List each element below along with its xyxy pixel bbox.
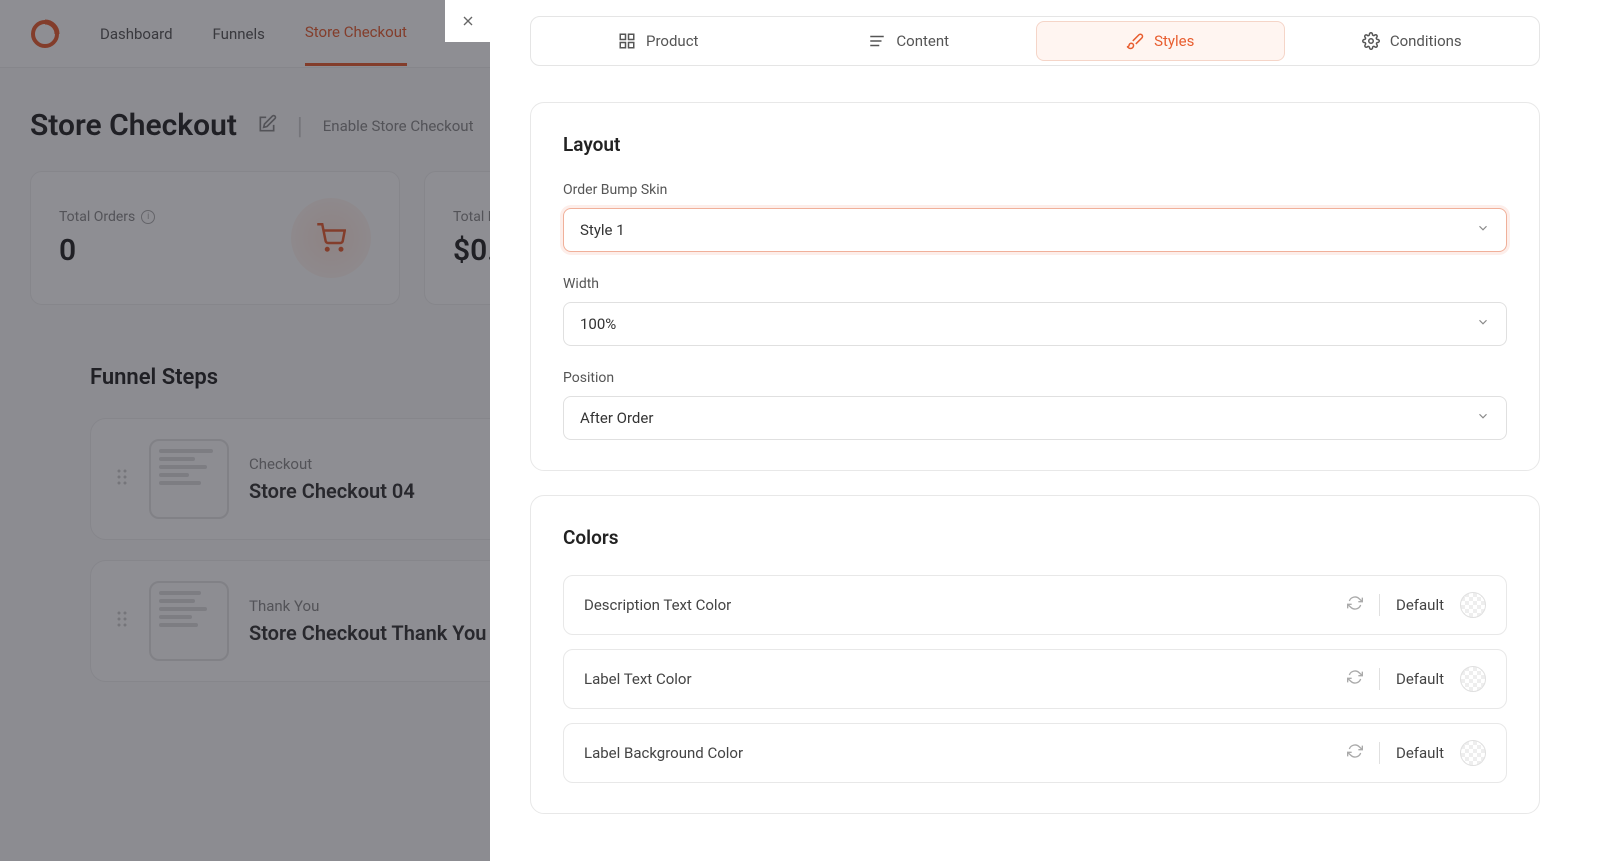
chevron-down-icon bbox=[1476, 409, 1490, 427]
position-label: Position bbox=[563, 370, 1507, 386]
tab-label: Styles bbox=[1154, 32, 1194, 50]
color-swatch[interactable] bbox=[1460, 592, 1486, 618]
width-label: Width bbox=[563, 276, 1507, 292]
layout-title: Layout bbox=[563, 133, 1507, 156]
colors-title: Colors bbox=[563, 526, 1507, 549]
reset-icon[interactable] bbox=[1347, 669, 1363, 689]
tab-conditions[interactable]: Conditions bbox=[1289, 21, 1536, 61]
close-icon bbox=[460, 13, 476, 29]
chevron-down-icon bbox=[1476, 221, 1490, 239]
select-value: Style 1 bbox=[580, 221, 625, 239]
separator bbox=[1379, 742, 1380, 764]
color-label: Description Text Color bbox=[584, 596, 731, 614]
color-swatch[interactable] bbox=[1460, 666, 1486, 692]
separator bbox=[1379, 668, 1380, 690]
separator bbox=[1379, 594, 1380, 616]
colors-section: Colors Description Text Color Default La… bbox=[530, 495, 1540, 814]
reset-icon[interactable] bbox=[1347, 743, 1363, 763]
tab-label: Content bbox=[896, 32, 949, 50]
color-row-description-text: Description Text Color Default bbox=[563, 575, 1507, 635]
settings-panel: Product Content Styles Conditions Layout… bbox=[490, 0, 1600, 861]
tab-product[interactable]: Product bbox=[535, 21, 782, 61]
color-row-label-background: Label Background Color Default bbox=[563, 723, 1507, 783]
tab-content[interactable]: Content bbox=[786, 21, 1033, 61]
skin-select[interactable]: Style 1 bbox=[563, 208, 1507, 252]
lines-icon bbox=[868, 32, 886, 50]
close-button[interactable] bbox=[445, 0, 490, 42]
color-label: Label Text Color bbox=[584, 670, 692, 688]
chevron-down-icon bbox=[1476, 315, 1490, 333]
tab-label: Product bbox=[646, 32, 698, 50]
select-value: After Order bbox=[580, 409, 653, 427]
width-select[interactable]: 100% bbox=[563, 302, 1507, 346]
brush-icon bbox=[1126, 32, 1144, 50]
select-value: 100% bbox=[580, 315, 616, 333]
color-label: Label Background Color bbox=[584, 744, 743, 762]
color-swatch[interactable] bbox=[1460, 740, 1486, 766]
color-value: Default bbox=[1396, 596, 1444, 614]
color-row-label-text: Label Text Color Default bbox=[563, 649, 1507, 709]
reset-icon[interactable] bbox=[1347, 595, 1363, 615]
tab-styles[interactable]: Styles bbox=[1036, 21, 1285, 61]
color-value: Default bbox=[1396, 744, 1444, 762]
panel-tabs: Product Content Styles Conditions bbox=[530, 16, 1540, 66]
gear-icon bbox=[1362, 32, 1380, 50]
position-select[interactable]: After Order bbox=[563, 396, 1507, 440]
skin-label: Order Bump Skin bbox=[563, 182, 1507, 198]
layout-section: Layout Order Bump Skin Style 1 Width 100… bbox=[530, 102, 1540, 471]
color-value: Default bbox=[1396, 670, 1444, 688]
tab-label: Conditions bbox=[1390, 32, 1462, 50]
grid-icon bbox=[618, 32, 636, 50]
